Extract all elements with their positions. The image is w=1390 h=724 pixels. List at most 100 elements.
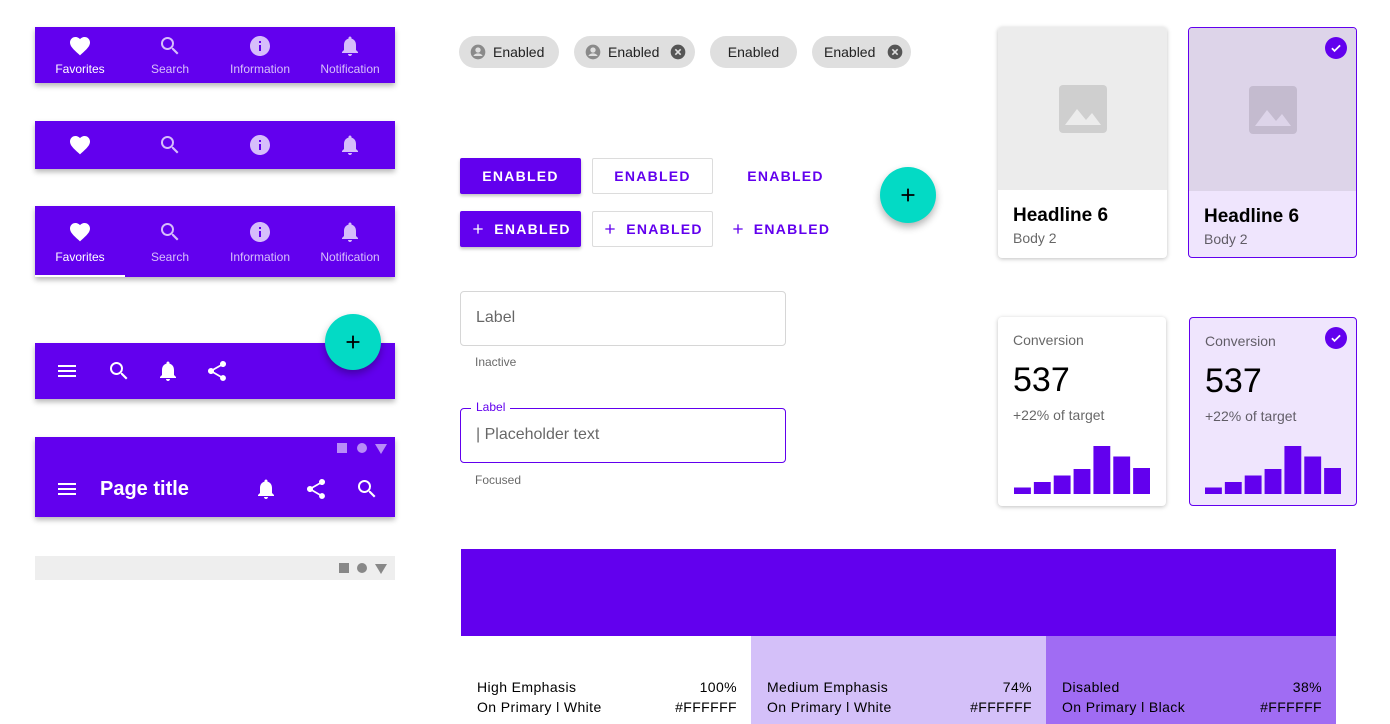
mini-bar-chart <box>1014 446 1150 494</box>
image-icon <box>1058 84 1107 133</box>
image-icon <box>1248 85 1297 134</box>
chart-bar <box>1133 468 1150 494</box>
square-icon <box>337 443 347 453</box>
search-icon <box>158 220 182 244</box>
card-headline: Headline 6 <box>1013 205 1109 226</box>
square-icon <box>339 563 349 573</box>
menu-icon[interactable] <box>55 477 79 501</box>
card-body: Body 2 <box>1013 230 1057 246</box>
stat-card-selected[interactable]: Conversion 537 +22% of target <box>1189 317 1357 506</box>
text-field-label: Label <box>476 309 516 326</box>
primary-color-swatch <box>461 549 1336 636</box>
share-icon[interactable] <box>205 359 229 383</box>
triangle-icon <box>375 444 387 454</box>
chip-with-avatar[interactable]: Enabled <box>459 36 559 68</box>
button-label: Enabled <box>626 221 703 237</box>
text-field-label: Label <box>471 400 511 414</box>
info-icon <box>248 34 272 58</box>
text-field-inactive[interactable]: Label <box>460 291 786 346</box>
color-swatch: Disabled 38% On Primary l Black #FFFFFF <box>1046 636 1336 724</box>
chip-with-avatar-removable[interactable]: Enabled <box>574 36 695 68</box>
nav-item-label: Search <box>150 62 190 76</box>
nav-tab-label: Information <box>229 249 291 264</box>
chart-bar <box>1324 468 1341 494</box>
bottom-navigation-labeled: Favorites Search Information Notificatio… <box>35 27 395 83</box>
nav-item-favorites[interactable] <box>35 121 125 169</box>
search-icon[interactable] <box>355 477 379 501</box>
text-icon-button[interactable]: Enabled <box>725 211 835 247</box>
text-button[interactable]: Enabled <box>725 158 846 194</box>
card-body: Body 2 <box>1204 231 1248 247</box>
search-icon[interactable] <box>107 359 131 383</box>
nav-item-label: Favorites <box>55 62 105 76</box>
search-icon <box>158 133 182 157</box>
nav-item-information[interactable] <box>215 121 305 169</box>
button-label: Enabled <box>614 168 691 184</box>
heart-icon <box>68 34 92 58</box>
swatch-on-color: On Primary l White <box>477 699 602 715</box>
plus-icon <box>730 221 754 237</box>
contained-button[interactable]: Enabled <box>460 158 581 194</box>
button-label: Enabled <box>747 168 824 184</box>
nav-item-information[interactable]: Information <box>215 27 305 83</box>
chip-label: Enabled <box>608 44 660 60</box>
menu-icon[interactable] <box>55 359 79 383</box>
swatch-percent: 74% <box>1002 679 1032 695</box>
chart-bar <box>1304 456 1322 494</box>
nav-item-notification[interactable] <box>305 121 395 169</box>
chart-bar <box>1053 475 1071 494</box>
helper-text: Focused <box>475 473 522 487</box>
chip-basic[interactable]: Enabled <box>710 36 797 68</box>
chart-bar <box>1113 456 1131 494</box>
nav-tab-favorites[interactable]: Favorites <box>35 206 125 277</box>
cancel-icon[interactable] <box>887 44 903 60</box>
nav-tab-label: Favorites <box>55 249 105 264</box>
chart-bar <box>1205 487 1222 494</box>
text-field-focused[interactable]: Label | Placeholder text <box>460 400 786 463</box>
search-icon <box>158 34 182 58</box>
chart-bar <box>1224 482 1242 494</box>
image-card-selected[interactable]: Headline 6 Body 2 <box>1188 27 1357 258</box>
fab-add-button[interactable] <box>325 314 381 370</box>
heart-icon <box>68 220 92 244</box>
nav-tab-label: Notification <box>320 249 380 264</box>
swatch-percent: 100% <box>699 679 737 695</box>
chip-removable[interactable]: Enabled <box>812 36 911 68</box>
stat-card[interactable]: Conversion 537 +22% of target <box>998 317 1166 506</box>
card-headline: Headline 6 <box>1204 206 1300 227</box>
swatch-name: Disabled <box>1062 679 1120 695</box>
bottom-navigation-icons <box>35 121 395 169</box>
swatch-name: High Emphasis <box>477 679 577 695</box>
nav-item-search[interactable] <box>125 121 215 169</box>
bell-icon[interactable] <box>156 359 180 383</box>
bell-icon <box>338 220 362 244</box>
nav-item-favorites[interactable]: Favorites <box>35 27 125 83</box>
nav-tab-information[interactable]: Information <box>215 206 305 277</box>
outlined-icon-button[interactable]: Enabled <box>592 211 713 247</box>
image-card[interactable]: Headline 6 Body 2 <box>998 27 1167 258</box>
nav-tab-search[interactable]: Search <box>125 206 215 277</box>
nav-item-search[interactable]: Search <box>125 27 215 83</box>
fab-add-button[interactable] <box>880 167 936 223</box>
share-icon[interactable] <box>304 477 328 501</box>
chart-bar <box>1284 446 1302 494</box>
swatch-on-color: On Primary l Black <box>1062 699 1186 715</box>
nav-item-label: Information <box>229 62 291 76</box>
circle-icon <box>357 563 367 573</box>
chart-bar <box>1093 446 1111 494</box>
swatch-hex: #FFFFFF <box>1260 699 1322 715</box>
color-swatch: Medium Emphasis 74% On Primary l White #FFF… <box>751 636 1046 724</box>
nav-item-notification[interactable]: Notification <box>305 27 395 83</box>
swatch-percent: 38% <box>1292 679 1322 695</box>
swatch-name: Medium Emphasis <box>767 679 889 695</box>
card-media <box>998 27 1167 190</box>
contained-icon-button[interactable]: Enabled <box>460 211 581 247</box>
cancel-icon[interactable] <box>670 44 686 60</box>
nav-tab-notification[interactable]: Notification <box>305 206 395 277</box>
bell-icon[interactable] <box>254 477 278 501</box>
check-circle-icon <box>1325 327 1347 349</box>
status-bar <box>35 556 395 580</box>
plus-icon <box>342 331 364 353</box>
top-app-bar: Page title <box>35 437 395 517</box>
outlined-button[interactable]: Enabled <box>592 158 713 194</box>
